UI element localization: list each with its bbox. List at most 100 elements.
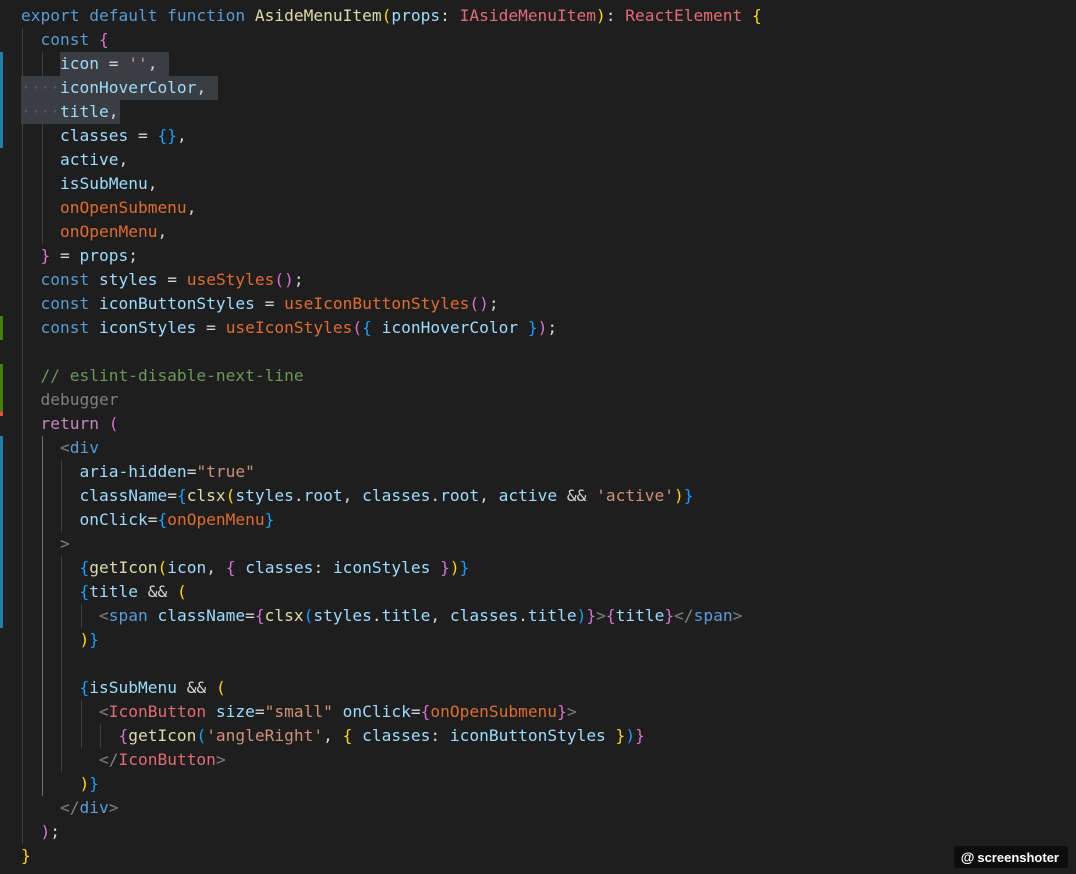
code-token: useIconStyles [225,318,353,337]
code-token: const [21,30,99,49]
code-token: () [274,270,294,289]
code-line[interactable]: > [0,532,1076,556]
code-token: { [420,702,431,721]
code-token: classes [362,726,431,745]
code-token: ) [21,774,90,793]
code-line[interactable]: ···· iconHoverColor, [0,76,1076,100]
code-line[interactable]: </div> [0,796,1076,820]
code-line[interactable]: const styles = useStyles(); [0,268,1076,292]
code-line[interactable]: const iconButtonStyles = useIconButtonSt… [0,292,1076,316]
code-token: , [157,222,168,241]
code-token: , [196,78,207,97]
code-text: </IconButton> [21,750,226,769]
code-line[interactable]: <IconButton size="small" onClick={onOpen… [0,700,1076,724]
code-line[interactable]: onOpenMenu, [0,220,1076,244]
code-line[interactable]: </IconButton> [0,748,1076,772]
code-token: span [108,606,158,625]
code-token: iconStyles [332,558,431,577]
code-text: iconHoverColor, [21,78,206,97]
code-line[interactable]: aria-hidden="true" [0,460,1076,484]
code-token: { [21,582,90,601]
code-line[interactable] [0,652,1076,676]
code-line[interactable]: {title && ( [0,580,1076,604]
code-editor[interactable]: export default function AsideMenuItem(pr… [0,0,1076,874]
code-line[interactable]: {isSubMenu && ( [0,676,1076,700]
code-token: : [440,6,460,25]
code-token: { [362,318,382,337]
code-line[interactable]: } [0,844,1076,868]
code-line[interactable]: isSubMenu, [0,172,1076,196]
code-line[interactable]: ···· title, [0,100,1076,124]
code-token: . [518,606,528,625]
code-line[interactable]: classes = {}, [0,124,1076,148]
code-line[interactable]: )} [0,628,1076,652]
code-token: ) [21,822,51,841]
code-token: root [303,486,343,505]
code-token: , [147,174,158,193]
code-line[interactable]: <span className={clsx(styles.title, clas… [0,604,1076,628]
code-token: , [430,606,450,625]
code-token: classes [21,126,129,145]
code-token: , [323,726,343,745]
code-token: ReactElement [625,6,743,25]
code-line[interactable]: className={clsx(styles.root, classes.roo… [0,484,1076,508]
code-token: getIcon [128,726,197,745]
code-lines[interactable]: export default function AsideMenuItem(pr… [0,4,1076,868]
code-text: aria-hidden="true" [21,462,255,481]
code-line[interactable]: const iconStyles = useIconStyles({ iconH… [0,316,1076,340]
code-line[interactable]: {getIcon('angleRight', { classes: iconBu… [0,724,1076,748]
code-token: ; [547,318,558,337]
code-line[interactable]: onClick={onOpenMenu} [0,508,1076,532]
code-token: iconButtonStyles [98,294,255,313]
code-token: { [342,726,363,745]
code-line[interactable]: export default function AsideMenuItem(pr… [0,4,1076,28]
code-token: iconStyles [98,318,197,337]
code-token: "true" [196,462,255,481]
code-token: . [371,606,382,625]
code-text: onOpenSubmenu, [21,198,196,217]
code-token: onOpenSubmenu [430,702,558,721]
code-line[interactable]: {getIcon(icon, { classes: iconStyles })} [0,556,1076,580]
code-token: isSubMenu [21,174,148,193]
code-text: return ( [21,414,118,433]
code-token: } [21,846,31,865]
code-token: , [147,54,158,73]
code-token: ) [576,606,587,625]
code-token: } [518,318,538,337]
code-line[interactable]: icon = '', [0,52,1076,76]
code-text: onOpenMenu, [21,222,167,241]
code-text: const iconStyles = useIconStyles({ iconH… [21,318,557,337]
code-token: = [196,318,226,337]
code-line[interactable]: // eslint-disable-next-line [0,364,1076,388]
code-token: } [264,510,275,529]
code-line[interactable]: return ( [0,412,1076,436]
code-line[interactable]: const { [0,28,1076,52]
code-text: classes = {}, [21,126,187,145]
code-line[interactable]: )} [0,772,1076,796]
code-token: , [206,558,226,577]
code-line[interactable]: active, [0,148,1076,172]
code-line[interactable]: onOpenSubmenu, [0,196,1076,220]
code-token: </ [21,798,80,817]
code-token: } [586,606,597,625]
code-token: = [157,270,187,289]
code-token: ( [215,678,226,697]
code-token: ( [381,6,392,25]
code-line[interactable]: ); [0,820,1076,844]
code-token: const [21,294,99,313]
code-line[interactable]: debugger [0,388,1076,412]
code-token: const [21,318,99,337]
code-token: : [605,6,626,25]
code-line[interactable]: } = props; [0,244,1076,268]
code-token: } [21,246,51,265]
code-text: } = props; [21,246,138,265]
code-token: { [21,558,90,577]
code-token: icon [21,54,99,73]
code-token: iconButtonStyles [449,726,606,745]
code-text: > [21,534,70,553]
code-line[interactable]: <div [0,436,1076,460]
code-token: { [176,486,187,505]
code-text: } [21,846,31,865]
code-line[interactable] [0,340,1076,364]
code-token: iconHoverColor [21,78,197,97]
